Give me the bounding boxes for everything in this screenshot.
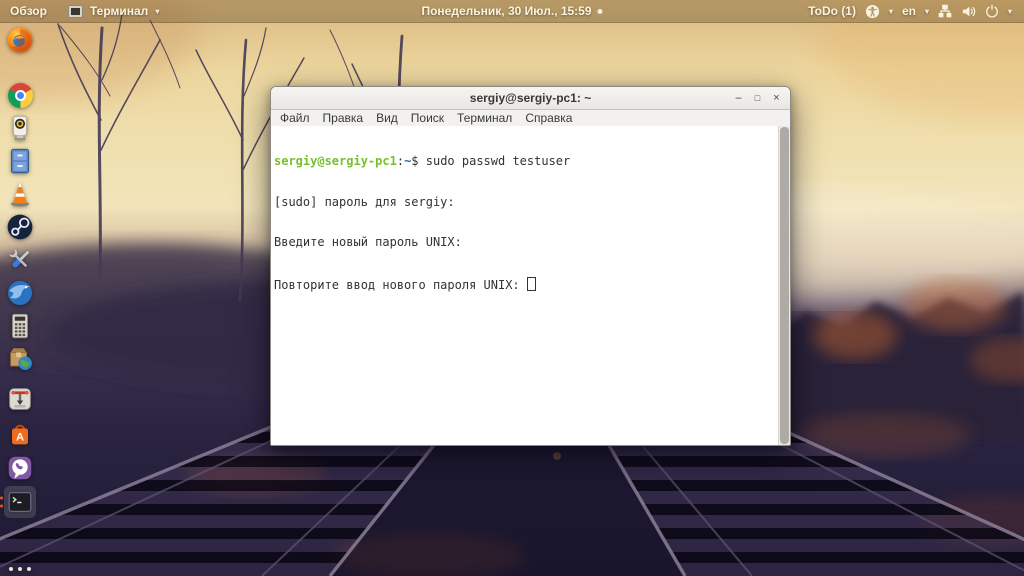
notification-dot	[597, 8, 603, 14]
menu-help[interactable]: Справка	[525, 111, 572, 125]
power-icon[interactable]	[985, 4, 999, 18]
window-titlebar[interactable]: sergiy@sergiy-pc1: ~ – □ ×	[271, 87, 790, 110]
menu-edit[interactable]: Правка	[323, 111, 364, 125]
launcher-webcam-icon[interactable]	[4, 112, 36, 144]
minimize-button[interactable]: –	[729, 89, 748, 107]
running-indicator	[0, 496, 3, 508]
activities-button[interactable]: Обзор	[10, 4, 47, 18]
chevron-down-icon: ▾	[1007, 6, 1012, 16]
clock-menu[interactable]: Понедельник, 30 Июл., 15:59	[421, 0, 603, 22]
launcher-dock: A	[0, 22, 42, 576]
network-wired-icon[interactable]	[938, 4, 952, 18]
app-menu-button[interactable]: Терминал	[90, 4, 148, 18]
launcher-thunderbird-icon[interactable]	[4, 277, 36, 309]
volume-icon[interactable]	[961, 4, 976, 19]
launcher-software-store-icon[interactable]: A	[4, 418, 36, 450]
launcher-chrome-icon[interactable]	[4, 79, 36, 111]
window-menubar: Файл Правка Вид Поиск Терминал Справка	[271, 110, 790, 126]
terminal-line: Введите новый пароль UNIX:	[274, 235, 462, 249]
show-apps-button[interactable]	[4, 562, 36, 576]
terminal-line: [sudo] пароль для sergiy:	[274, 194, 455, 209]
chrome-icon	[7, 82, 33, 108]
menu-terminal[interactable]: Терминал	[457, 111, 512, 125]
chevron-down-icon: ▾	[888, 6, 893, 16]
menu-file[interactable]: Файл	[280, 111, 310, 125]
chevron-down-icon: ▾	[924, 6, 929, 16]
launcher-firefox-icon[interactable]	[4, 24, 36, 56]
launcher-viber-icon[interactable]	[4, 452, 36, 484]
command-text: sudo passwd testuser	[425, 154, 571, 168]
apps-grid-icon	[9, 567, 31, 576]
launcher-vlc-icon[interactable]	[4, 178, 36, 210]
language-indicator[interactable]: en	[902, 4, 916, 18]
svg-text:A: A	[16, 432, 24, 444]
clock-label: Понедельник, 30 Июл., 15:59	[421, 4, 592, 18]
launcher-calculator-icon[interactable]	[4, 310, 36, 342]
menu-search[interactable]: Поиск	[411, 111, 444, 125]
scrollbar-thumb[interactable]	[780, 127, 789, 444]
terminal-cursor	[526, 276, 536, 291]
accessibility-icon[interactable]	[865, 4, 880, 19]
maximize-button[interactable]: □	[748, 89, 767, 107]
top-panel: Обзор Терминал ▾ Понедельник, 30 Июл., 1…	[0, 0, 1024, 23]
terminal-mini-icon	[67, 4, 83, 18]
prompt-user: sergiy@sergiy-pc1	[274, 154, 397, 168]
todo-indicator[interactable]: ToDo (1)	[808, 4, 856, 18]
terminal-line: sergiy@sergiy-pc1:~$ sudo passwd testuse…	[274, 154, 571, 168]
launcher-terminal-icon[interactable]	[0, 486, 36, 518]
menu-view[interactable]: Вид	[376, 111, 398, 125]
launcher-steam-icon[interactable]	[4, 211, 36, 243]
window-title: sergiy@sergiy-pc1: ~	[469, 91, 592, 105]
launcher-file-cabinet-icon[interactable]	[4, 145, 36, 177]
launcher-tools-icon[interactable]	[4, 244, 36, 276]
desktop: Обзор Терминал ▾ Понедельник, 30 Июл., 1…	[0, 0, 1024, 576]
chevron-down-icon: ▾	[155, 6, 160, 16]
scrollbar[interactable]	[778, 126, 790, 445]
launcher-press-tool-icon[interactable]	[4, 383, 36, 415]
terminal-window: sergiy@sergiy-pc1: ~ – □ × Файл Правка В…	[270, 86, 791, 446]
close-button[interactable]: ×	[767, 89, 786, 107]
launcher-package-globe-icon[interactable]	[4, 343, 36, 375]
terminal-line: Повторите ввод нового пароля UNIX:	[274, 276, 779, 293]
terminal-screen[interactable]: sergiy@sergiy-pc1:~$ sudo passwd testuse…	[271, 126, 779, 445]
